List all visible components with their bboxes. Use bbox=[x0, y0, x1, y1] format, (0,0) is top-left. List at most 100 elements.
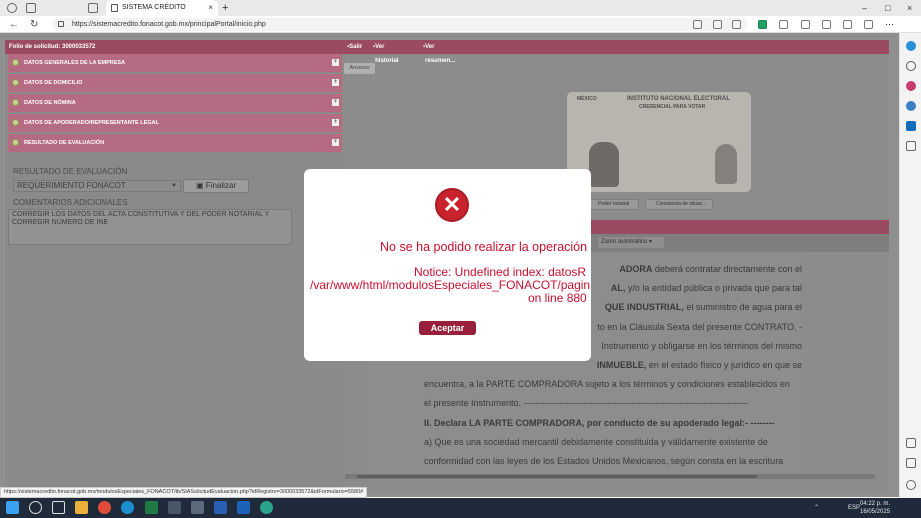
workspaces-icon[interactable] bbox=[26, 3, 36, 13]
notice-line-3: on line 880 bbox=[528, 291, 587, 305]
card-photo bbox=[589, 142, 619, 187]
result-label: RESULTADO DE EVALUACIÓN bbox=[13, 167, 128, 176]
browser-essentials-icon[interactable] bbox=[864, 20, 873, 29]
sidebar-feedback-icon[interactable] bbox=[906, 458, 916, 468]
back-icon[interactable]: ← bbox=[9, 16, 19, 33]
read-aloud-icon[interactable] bbox=[713, 20, 722, 29]
page-favicon-icon bbox=[111, 4, 118, 12]
folio-header: Folio de solicitud: 3000033572 bbox=[5, 40, 342, 54]
expand-icon[interactable]: + bbox=[332, 99, 339, 106]
site-info-icon[interactable] bbox=[58, 21, 64, 27]
document-line: encuentra, a la PARTE COMPRADORA sujeto … bbox=[424, 379, 790, 390]
sidebar-panel-icon[interactable] bbox=[906, 438, 916, 448]
more-menu-icon[interactable]: ⋯ bbox=[885, 20, 894, 29]
new-tab-button[interactable]: + bbox=[222, 0, 228, 16]
maximize-button[interactable]: □ bbox=[885, 0, 890, 16]
start-icon[interactable] bbox=[6, 501, 19, 514]
zoom-select[interactable]: Zoom automático ▾ bbox=[598, 237, 664, 248]
accept-button[interactable]: Aceptar bbox=[419, 321, 476, 335]
pdf-toolbar: Zoom automático ▾ bbox=[590, 234, 889, 252]
extension-icon[interactable] bbox=[758, 20, 767, 29]
favorites-icon[interactable] bbox=[822, 20, 831, 29]
expand-icon[interactable]: + bbox=[332, 59, 339, 66]
tray-chevron-icon[interactable]: ⌃ bbox=[814, 498, 819, 518]
scrollbar-thumb[interactable] bbox=[357, 475, 757, 478]
refresh-icon[interactable]: ↻ bbox=[30, 16, 38, 33]
chrome-icon[interactable] bbox=[98, 501, 111, 514]
sidebar-shopping-icon[interactable] bbox=[906, 81, 916, 91]
section-domicilio[interactable]: DATOS DE DOMICILIO + bbox=[8, 74, 342, 92]
anverso-tab[interactable]: Anverso bbox=[344, 63, 375, 74]
exit-link[interactable]: ▪ Salir bbox=[347, 40, 362, 54]
card-institute: INSTITUTO NACIONAL ELECTORAL bbox=[627, 96, 731, 102]
status-dot-icon bbox=[12, 119, 19, 126]
sidebar-tools-icon[interactable] bbox=[906, 101, 916, 111]
language-indicator[interactable]: ESP bbox=[848, 498, 860, 518]
file-explorer-icon[interactable] bbox=[75, 501, 88, 514]
clock-time: 04:22 p. m. bbox=[860, 501, 891, 507]
edge-active-icon[interactable] bbox=[260, 501, 273, 514]
summary-link[interactable]: ▪ Ver resumen... bbox=[423, 40, 455, 64]
sidebar-settings-icon[interactable] bbox=[906, 480, 916, 490]
evaluation-panel: Folio de solicitud: 3000033572 DATOS GEN… bbox=[5, 40, 342, 490]
tab-close-icon[interactable]: × bbox=[208, 0, 213, 16]
app-icon[interactable] bbox=[168, 501, 181, 514]
close-window-button[interactable]: × bbox=[907, 0, 912, 16]
document-line: conformidad con las leyes de los Estados… bbox=[424, 455, 784, 466]
section-label: DATOS DE APODERADO/REPRESENTANTE LEGAL bbox=[24, 120, 159, 126]
error-icon: ✕ bbox=[435, 188, 469, 222]
document-header-band bbox=[590, 220, 889, 234]
collections-icon[interactable] bbox=[843, 20, 852, 29]
minimize-button[interactable]: – bbox=[862, 0, 867, 16]
expand-icon[interactable]: + bbox=[332, 79, 339, 86]
history-link[interactable]: ▪ Ver historial bbox=[373, 40, 398, 64]
poder-notarial-button[interactable]: Poder notarial bbox=[587, 199, 639, 210]
chevron-down-icon: ▼ bbox=[171, 183, 177, 189]
section-datos-generales[interactable]: DATOS GENERALES DE LA EMPRESA + bbox=[8, 54, 342, 72]
status-url: https://sistemacredito.fonacot.gob.mx/mo… bbox=[0, 487, 368, 498]
result-select[interactable]: REQUERIMIENTO FONACOT ▼ bbox=[13, 180, 181, 192]
document-line: el presente Instrumento. ---------------… bbox=[424, 398, 749, 409]
section-label: DATOS DE DOMICILIO bbox=[24, 80, 83, 86]
comments-textarea[interactable]: CORREGIR LOS DATOS DEL ACTA CONSTITUTIVA… bbox=[8, 209, 292, 245]
split-screen-icon[interactable] bbox=[801, 20, 810, 29]
constancia-button[interactable]: Constancia de situac... bbox=[645, 199, 713, 210]
copilot-icon[interactable] bbox=[906, 41, 916, 51]
document-line: II. Declara LA PARTE COMPRADORA, por con… bbox=[424, 417, 775, 428]
status-dot-icon bbox=[12, 139, 19, 146]
collapse-icon[interactable]: + bbox=[332, 139, 339, 146]
browser-tab[interactable]: SISTEMA CRÉDITO × bbox=[106, 0, 218, 16]
status-dot-icon bbox=[12, 79, 19, 86]
edge-icon[interactable] bbox=[121, 501, 134, 514]
expand-icon[interactable]: + bbox=[332, 119, 339, 126]
favorite-star-icon[interactable] bbox=[732, 20, 741, 29]
extensions-icon[interactable] bbox=[779, 20, 788, 29]
search-icon[interactable] bbox=[29, 501, 42, 514]
excel-icon[interactable] bbox=[145, 501, 158, 514]
card-subtitle: CREDENCIAL PARA VOTAR bbox=[639, 104, 706, 110]
task-view-icon[interactable] bbox=[52, 501, 65, 514]
edge-sidebar bbox=[899, 33, 921, 498]
clock[interactable]: 04:22 p. m. 16/05/2025 bbox=[860, 500, 890, 516]
calculator-icon[interactable] bbox=[191, 501, 204, 514]
word-icon[interactable] bbox=[214, 501, 227, 514]
outlook-taskbar-icon[interactable] bbox=[237, 501, 250, 514]
outlook-icon[interactable] bbox=[906, 121, 916, 131]
url-text: https://sistemacredito.fonacot.gob.mx/pr… bbox=[72, 21, 266, 28]
card-ghost-photo bbox=[715, 144, 737, 184]
sidebar-search-icon[interactable] bbox=[906, 61, 916, 71]
ine-card-image: MÉXICO INSTITUTO NACIONAL ELECTORAL CRED… bbox=[567, 92, 751, 192]
translate-icon[interactable] bbox=[693, 20, 702, 29]
comments-label: COMENTARIOS ADICIONALES bbox=[13, 198, 128, 207]
section-apoderado[interactable]: DATOS DE APODERADO/REPRESENTANTE LEGAL + bbox=[8, 114, 342, 132]
horizontal-scrollbar[interactable] bbox=[345, 474, 875, 479]
sidebar-add-icon[interactable] bbox=[906, 141, 916, 151]
tab-actions-icon[interactable] bbox=[88, 3, 98, 13]
status-dot-icon bbox=[12, 99, 19, 106]
card-country: MÉXICO bbox=[577, 96, 597, 102]
profile-icon[interactable] bbox=[7, 3, 17, 13]
section-resultado[interactable]: RESULTADO DE EVALUACIÓN + bbox=[8, 134, 342, 152]
finalize-button[interactable]: ▣ Finalizar bbox=[183, 179, 249, 193]
section-label: DATOS DE NÓMINA bbox=[24, 100, 76, 106]
section-nomina[interactable]: DATOS DE NÓMINA + bbox=[8, 94, 342, 112]
